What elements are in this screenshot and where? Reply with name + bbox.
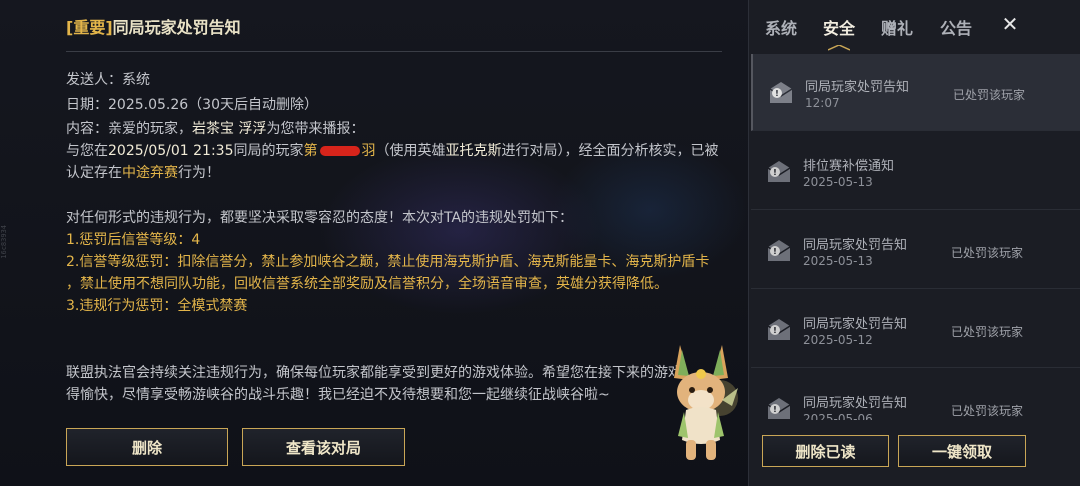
mail-item-title: 排位赛补偿通知 — [803, 159, 895, 174]
body-text: 行为！ — [178, 165, 220, 181]
svg-text:!: ! — [773, 168, 777, 177]
svg-text:!: ! — [773, 405, 777, 414]
tab-gifts[interactable]: 赠礼 — [881, 15, 913, 39]
mail-list-item[interactable]: ! 同局玩家处罚告知 2025-05-13 已处罚该玩家 — [751, 212, 1080, 289]
claim-all-button[interactable]: 一键领取 — [898, 435, 1026, 467]
mail-item-status: 已处罚该玩家 — [953, 88, 1026, 102]
mail-item-date: 2025-05-12 — [803, 333, 873, 347]
mail-item-status: 已处罚该玩家 — [951, 325, 1024, 339]
mail-item-date: 12:07 — [805, 96, 840, 110]
title-divider — [66, 51, 722, 52]
mail-item-title: 同局玩家处罚告知 — [803, 238, 908, 253]
mail-item-date: 2025-05-13 — [803, 254, 873, 268]
match-time: 2025/05/01 21:35 — [108, 143, 234, 159]
violation-type: 中途弃赛 — [122, 165, 178, 181]
mail-item-title: 同局玩家处罚告知 — [803, 396, 908, 411]
mail-sidebar: 系统 安全 赠礼 公告 ✕ ! 同局玩家处罚告知 12:07 已处罚该玩家 ! … — [748, 0, 1080, 486]
tab-announcements[interactable]: 公告 — [940, 15, 972, 39]
mail-icon: ! — [769, 82, 793, 103]
delete-read-button[interactable]: 删除已读 — [762, 435, 889, 467]
mail-icon: ! — [767, 398, 791, 419]
greeting-text: 内容：亲爱的玩家， — [66, 121, 192, 137]
mail-title: [重要]同局玩家处罚告知 — [66, 14, 241, 38]
tab-security[interactable]: 安全 — [823, 15, 855, 39]
body-text: 同局的玩家 — [233, 143, 304, 159]
delete-button[interactable]: 删除 — [66, 428, 228, 466]
penalty-line-1: 1.惩罚后信誉等级：4 — [66, 232, 201, 248]
body-line-4: 对任何形式的违规行为，都要坚决采取零容忍的态度！本次对TA的违规处罚如下： — [66, 210, 574, 226]
penalty-line-2-cont: ，禁止使用不想同队功能，回收信誉系统全部奖励及信誉积分，全场语音审查，英雄分获得… — [66, 276, 668, 292]
mail-list: ! 同局玩家处罚告知 12:07 已处罚该玩家 ! 排位赛补偿通知 2025-0… — [749, 54, 1080, 420]
penalty-line-3: 3.违规行为惩罚：全模式禁赛 — [66, 298, 248, 314]
svg-text:!: ! — [773, 247, 777, 256]
date-value: 2025.05.26 — [108, 97, 189, 113]
mail-item-date: 2025-05-06 — [803, 412, 873, 420]
date-line: 日期：2025.05.26（30天后自动删除） — [66, 94, 318, 114]
reporter-name: 岩茶宝 浮浮 — [192, 121, 267, 137]
sender-value: 系统 — [122, 72, 150, 88]
svg-text:!: ! — [775, 89, 779, 98]
redacted-player-name — [319, 146, 360, 156]
mail-item-status: 已处罚该玩家 — [951, 246, 1024, 260]
mail-list-item[interactable]: ! 同局玩家处罚告知 2025-05-06 已处罚该玩家 — [751, 370, 1080, 420]
mail-list-item[interactable]: ! 同局玩家处罚告知 2025-05-12 已处罚该玩家 — [751, 291, 1080, 368]
sender-label: 发送人： — [66, 72, 122, 88]
greeting-suffix: 为您带来播报： — [266, 121, 365, 137]
close-icon[interactable]: ✕ — [999, 13, 1021, 35]
player-name-head: 第 — [303, 143, 318, 159]
penalty-line-2: 2.信誉等级惩罚：扣除信誉分，禁止参加峡谷之巅，禁止使用海克斯护盾、海克斯能量卡… — [66, 254, 710, 270]
active-tab-indicator-icon — [828, 45, 850, 51]
closing-line-1: 联盟执法官会持续关注违规行为，确保每位玩家都能享受到更好的游戏体验。希望您在接下… — [66, 365, 682, 381]
player-name-tail: 羽 — [361, 143, 376, 159]
body-text: 与您在 — [66, 143, 108, 159]
body-line-2: 与您在2025/05/01 21:35同局的玩家第 羽（使用英雄亚托克斯进行对局）… — [66, 140, 719, 162]
mail-detail-panel: [重要]同局玩家处罚告知 16c83934 发送人：系统 日期：2025.05.… — [0, 0, 748, 486]
mail-icon: ! — [767, 240, 791, 261]
mail-tabs: 系统 安全 赠礼 公告 ✕ — [749, 0, 1080, 52]
date-label: 日期： — [66, 97, 108, 113]
body-line-1: 内容：亲爱的玩家，岩茶宝 浮浮为您带来播报： — [66, 118, 364, 140]
mail-item-title: 同局玩家处罚告知 — [805, 80, 910, 95]
body-line-3: 认定存在中途弃赛行为！ — [66, 162, 220, 184]
mail-item-status: 已处罚该玩家 — [951, 404, 1024, 418]
mascot-icon — [674, 345, 738, 460]
date-note: （30天后自动删除） — [188, 97, 318, 113]
mail-item-title: 同局玩家处罚告知 — [803, 317, 908, 332]
body-text: 认定存在 — [66, 165, 122, 181]
body-text: （使用英雄 — [375, 143, 446, 159]
body-text: 进行对局），经全面分析核实，已被 — [501, 143, 719, 159]
mail-icon: ! — [767, 161, 791, 182]
mail-item-date: 2025-05-13 — [803, 175, 873, 189]
mail-list-item[interactable]: ! 同局玩家处罚告知 12:07 已处罚该玩家 — [751, 54, 1080, 131]
importance-tag: [重要] — [66, 18, 113, 37]
closing-line-2: 得愉快，尽情享受畅游峡谷的战斗乐趣！我已经迫不及待想要和您一起继续征战峡谷啦~ — [66, 387, 610, 403]
mail-list-item[interactable]: ! 排位赛补偿通知 2025-05-13 — [751, 133, 1080, 210]
mail-title-text: 同局玩家处罚告知 — [112, 18, 241, 37]
svg-text:!: ! — [773, 326, 777, 335]
view-match-button[interactable]: 查看该对局 — [242, 428, 405, 466]
hero-name: 亚托克斯 — [445, 143, 502, 159]
sender-line: 发送人：系统 — [66, 69, 150, 89]
side-id-tag: 16c83934 — [0, 225, 8, 259]
mail-icon: ! — [767, 319, 791, 340]
tab-system[interactable]: 系统 — [765, 15, 797, 39]
